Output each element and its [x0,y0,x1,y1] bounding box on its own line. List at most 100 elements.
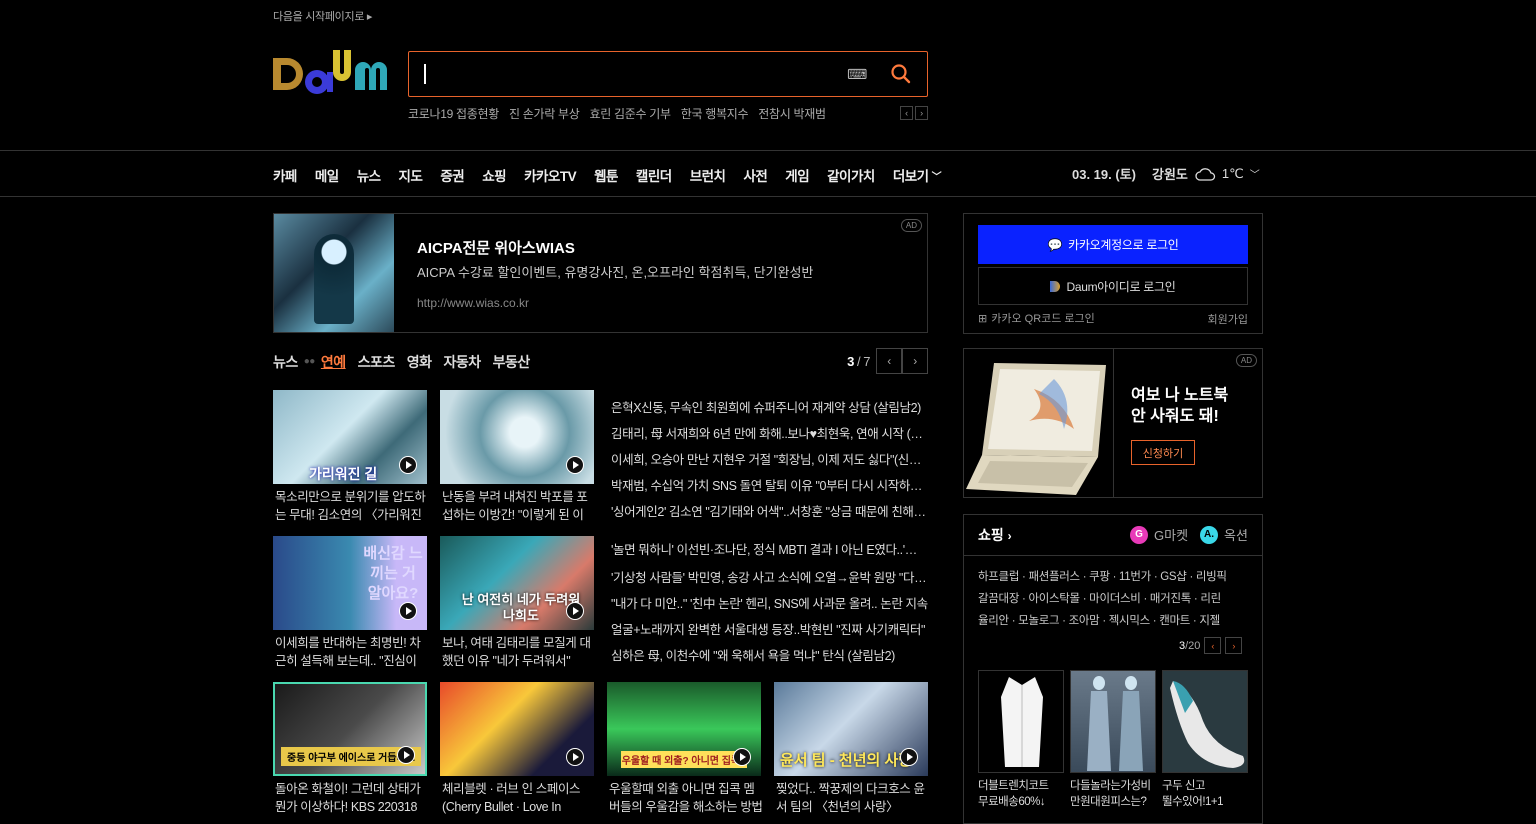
play-icon[interactable] [900,748,918,766]
next-page-button[interactable]: › [1225,637,1243,654]
nav-item-webtoon[interactable]: 웹툰 [594,165,618,185]
nav-item-cafe[interactable]: 카페 [273,165,297,185]
play-icon[interactable] [566,602,584,620]
play-icon[interactable] [399,602,417,620]
tab-entertainment[interactable]: 연예 [321,352,346,372]
shopping-title[interactable]: 쇼핑 › [978,525,1012,545]
text-caret [424,64,426,84]
play-icon[interactable] [397,746,415,764]
nav-more-button[interactable]: 더보기 ﹀ [893,165,942,185]
mall-links[interactable]: 갈끔대장 · 아이스탁몰 · 마이더스비 · 매거진톡 · 리린 [978,590,1250,606]
tab-realestate[interactable]: 부동산 [493,352,531,372]
video-thumbnail[interactable]: 중등 야구부 에이스로 거듭나요 [273,682,427,776]
thumbnail-text: 윤서 팀 - 천년의 사랑 [780,752,913,769]
mall-links[interactable]: 율리안 · 모놀로그 · 조아맘 · 젝시믹스 · 캔마트 · 지젤 [978,612,1250,628]
ad-url[interactable]: http://www.wias.co.kr [417,296,529,310]
video-caption[interactable]: 보나, 여태 김태리를 모질게 대했던 이유 "네가 두려워서" [442,634,596,670]
play-icon[interactable] [399,456,417,474]
chevron-left-icon[interactable]: ‹ [900,106,913,120]
play-icon[interactable] [566,748,584,766]
mall-links[interactable]: 하프클럽 · 패션플러스 · 쿠팡 · 11번가 · GS샵 · 리빙픽 [978,568,1250,584]
tab-movie[interactable]: 영화 [407,352,432,372]
headline-link[interactable]: '싱어게인2' 김소연 "김기태와 어색"..서창훈 "상금 때문에 친해져" [611,501,928,520]
hot-keyword[interactable]: 효린 김준수 기부 [589,105,671,122]
side-ad[interactable]: 여보 나 노트북 안 사줘도 돼! 신청하기 AD [963,348,1263,498]
video-thumbnail[interactable] [440,390,594,484]
video-caption[interactable]: 이세희를 반대하는 최명빈! 차근히 설득해 보는데.. "진심이야" [275,634,429,670]
nav-item-dictionary[interactable]: 사전 [743,165,767,185]
kakao-login-button[interactable]: 💬 카카오계정으로 로그인 [978,225,1248,264]
ad-banner[interactable]: AICPA전문 위아스WIAS AICPA 수강료 할인이벤트, 유명강사진, … [273,213,928,333]
prev-page-button[interactable]: ‹ [1204,637,1222,654]
next-page-button[interactable]: › [902,348,928,374]
video-thumbnail[interactable]: 배신감 느끼는 거 알아요? [273,536,427,630]
search-icon[interactable] [889,62,913,91]
headline-link[interactable]: 박재범, 수십억 가치 SNS 돌연 탈퇴 이유 "0부터 다시 시작하고 싶어… [611,475,928,494]
video-thumbnail[interactable]: 우울할 때 외출? 아니면 집콕? [607,682,761,776]
nav-item-shopping[interactable]: 쇼핑 [482,165,506,185]
nav-item-stock[interactable]: 증권 [440,165,464,185]
nav-item-news[interactable]: 뉴스 [357,165,381,185]
product-caption[interactable]: 더블트렌치코트 무료배송60%↓ [978,778,1068,810]
video-caption[interactable]: 찢었다.. 짝꿍제의 다크호스 윤서 팀의 〈천년의 사랑〉 [776,780,930,816]
headline-link[interactable]: 얼굴+노래까지 완벽한 서울대생 등장..박현빈 "진짜 사기캐릭터" [611,619,928,638]
signup-link[interactable]: 회원가입 [1208,311,1248,327]
hot-keyword[interactable]: 코로나19 접종현황 [408,105,499,122]
gmarket-link[interactable]: G G마켓 [1130,525,1188,544]
product-image[interactable] [978,670,1064,773]
daum-login-button[interactable]: Daum아이디로 로그인 [978,267,1248,305]
video-thumbnail[interactable] [440,682,594,776]
headline-link[interactable]: '기상청 사람들' 박민영, 송강 사고 소식에 오열→윤박 원망 "다 너 때… [611,567,928,586]
qr-login-link[interactable]: ⊞ 카카오 QR코드 로그인 [978,310,1095,326]
headline-link[interactable]: 이세희, 오승아 만난 지현우 거절 "회장님, 이제 저도 싫다"(신사와 아… [611,449,928,468]
apply-button[interactable]: 신청하기 [1131,440,1195,465]
nav-item-map[interactable]: 지도 [399,165,423,185]
nav-item-calendar[interactable]: 캘린더 [636,165,672,185]
video-caption[interactable]: 난동을 부려 내쳐진 박포를 포섭하는 이방간! "이렇게 된 이상" [442,488,596,524]
shopping-box: 쇼핑 › G G마켓 A. 옥션 하프클럽 · 패션플러스 · 쿠팡 · 11번… [963,514,1263,824]
hot-keyword[interactable]: 한국 행복지수 [681,105,749,122]
video-caption[interactable]: 우울할때 외출 아니면 집콕 멤버들의 우울감을 해소하는 방법 [609,780,763,816]
product-caption[interactable]: 다들놀라는가성비 만원대원피스는? [1070,778,1160,810]
headline-link[interactable]: 심하은 母, 이천수에 "왜 욱해서 욕을 먹냐" 탄식 (살림남2) [611,645,928,664]
video-caption[interactable]: 체리블렛 · 러브 인 스페이스 (Cherry Bullet · Love I… [442,780,596,816]
search-input[interactable] [429,60,829,88]
auction-link[interactable]: A. 옥션 [1200,525,1248,544]
video-thumbnail[interactable]: 윤서 팀 - 천년의 사랑 [774,682,928,776]
nav-item-kakaotv[interactable]: 카카오TV [524,165,577,185]
play-icon[interactable] [566,456,584,474]
laptop-image [964,349,1113,497]
divider [964,555,1262,556]
video-caption[interactable]: 돌아온 화철이! 그런데 상태가 뭔가 이상하다! KBS 220318 방송 [275,780,429,816]
daum-logo[interactable] [273,48,391,100]
product-image[interactable] [1070,670,1156,773]
tab-sports[interactable]: 스포츠 [358,352,396,372]
shopping-pager: 3/20 ‹ › [1179,637,1243,654]
tab-news[interactable]: 뉴스 [273,352,298,372]
search-box[interactable]: ⌨ [408,51,928,97]
nav-item-brunch[interactable]: 브런치 [690,165,726,185]
chevron-right-icon[interactable]: › [915,106,928,120]
video-thumbnail[interactable]: 가리워진 길 [273,390,427,484]
prev-page-button[interactable]: ‹ [876,348,902,374]
ad-title[interactable]: AICPA전문 위아스WIAS [417,237,575,258]
keyboard-icon[interactable]: ⌨ [847,66,867,83]
nav-item-mail[interactable]: 메일 [315,165,339,185]
video-thumbnail[interactable]: 난 여전히 네가 두려워 나희도 [440,536,594,630]
service-nav: 카페 메일 뉴스 지도 증권 쇼핑 카카오TV 웹툰 캘린더 브런치 사전 게임… [0,150,1536,197]
play-icon[interactable] [733,748,751,766]
weather-widget[interactable]: 강원도 1℃ ﹀ [1152,164,1260,183]
product-caption[interactable]: 구두 신고 뛸수있어!1+1 [1162,778,1252,810]
video-caption[interactable]: 목소리만으로 분위기를 압도하는 무대! 김소연의 〈가리워진 길〉 [275,488,429,524]
hot-keyword[interactable]: 진 손가락 부상 [509,105,580,122]
start-page-link[interactable]: 다음을 시작페이지로 ▸ [273,8,372,24]
headline-link[interactable]: 은혁X신동, 무속인 최원희에 슈퍼주니어 재계약 상담 (살림남2) [611,397,928,416]
headline-link[interactable]: '놀면 뭐하니' 이선빈·조나단, 정식 MBTI 결과 I 아닌 E였다..'… [611,539,928,558]
hot-keyword[interactable]: 전참시 박재범 [758,105,826,122]
headline-link[interactable]: "내가 다 미안.." '친中 논란' 헨리, SNS에 사과문 올려.. 논란… [611,593,928,612]
tab-car[interactable]: 자동차 [444,352,482,372]
product-image[interactable] [1162,670,1248,773]
nav-item-together[interactable]: 같이가치 [827,165,875,185]
nav-item-game[interactable]: 게임 [785,165,809,185]
headline-link[interactable]: 김태리, 母 서재희와 6년 만에 화해..보나♥최현욱, 연애 시작 (스물다… [611,423,928,442]
